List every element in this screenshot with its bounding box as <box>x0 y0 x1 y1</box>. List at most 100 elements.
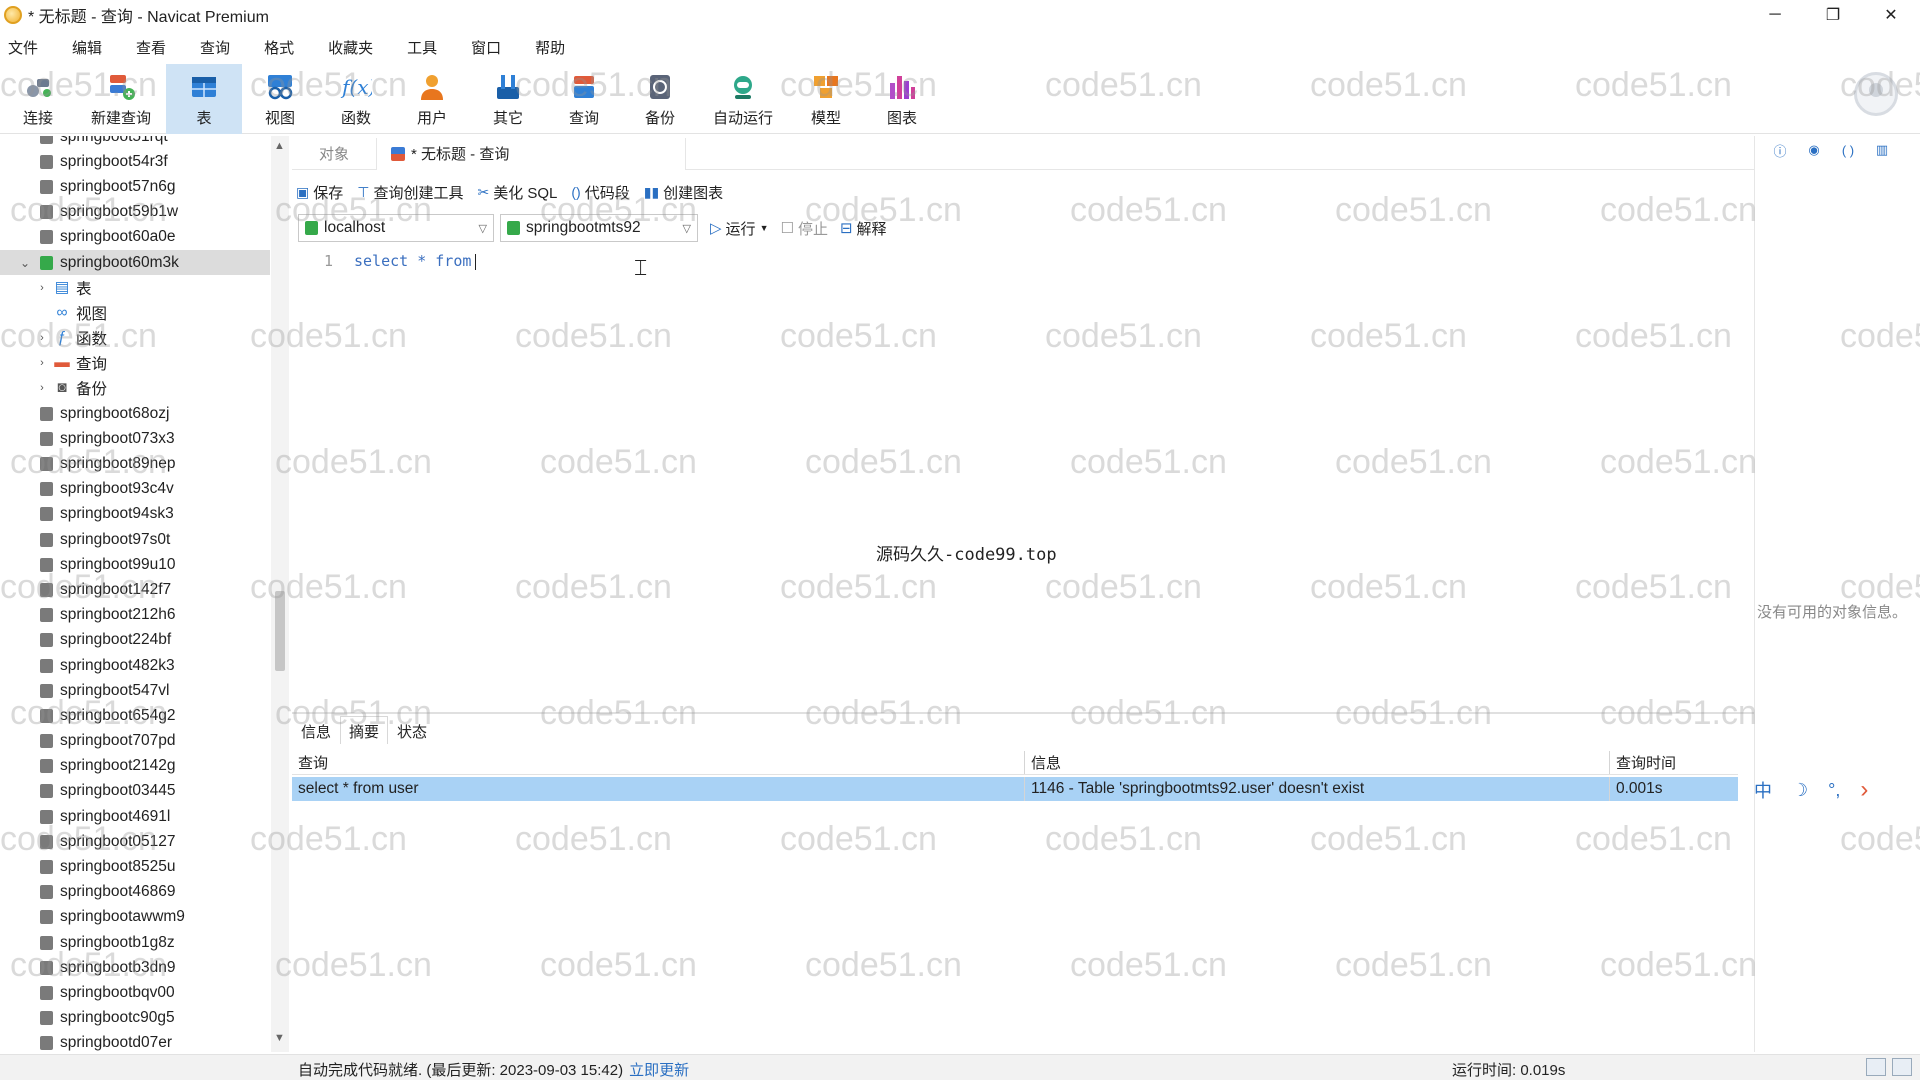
scroll-down-icon[interactable]: ▼ <box>274 1032 285 1044</box>
database-item[interactable]: springboot89nep <box>0 451 270 476</box>
ime-punctuation-icon[interactable]: °, <box>1828 780 1840 801</box>
run-dropdown-icon[interactable]: ▼ <box>760 223 769 233</box>
menu-edit[interactable]: 编辑 <box>64 37 116 58</box>
database-item[interactable]: springboot482k3 <box>0 653 270 678</box>
menu-favorites[interactable]: 收藏夹 <box>320 37 387 58</box>
toolbar-auto-run-button[interactable]: 自动运行 <box>698 64 788 134</box>
update-now-link[interactable]: 立即更新 <box>629 1062 689 1079</box>
database-item[interactable]: springbootb3dn9 <box>0 955 270 980</box>
database-item[interactable]: springboot212h6 <box>0 603 270 628</box>
beautify-sql-button[interactable]: ✂ 美化 SQL <box>477 182 557 203</box>
tree-folder[interactable]: › ▬ 查询 <box>0 351 270 376</box>
database-item[interactable]: springboot46869 <box>0 880 270 905</box>
result-tab-status[interactable]: 状态 <box>388 716 436 744</box>
toolbar-backup-button[interactable]: 备份 <box>622 64 698 134</box>
chevron-right-icon[interactable]: › <box>34 357 50 369</box>
chevron-right-icon[interactable]: › <box>34 282 50 294</box>
toolbar-table-button[interactable]: 表 <box>166 64 242 134</box>
database-item[interactable]: springboot05127 <box>0 829 270 854</box>
database-item[interactable]: springboot59b1w <box>0 200 270 225</box>
save-button[interactable]: ▣ 保存 <box>296 182 343 203</box>
toolbar-query-button[interactable]: 查询 <box>546 64 622 134</box>
tree-folder[interactable]: › ▤ 表 <box>0 275 270 300</box>
database-select[interactable]: springbootmts92 ▽ <box>500 214 698 242</box>
database-item-expanded[interactable]: ⌄ springboot60m3k <box>0 249 270 276</box>
explain-button[interactable]: ⊟ 解释 <box>840 218 887 239</box>
database-item[interactable]: springboot51rqt <box>0 136 270 149</box>
result-splitter[interactable] <box>292 712 1754 714</box>
run-button[interactable]: ▷ 运行 ▼ <box>710 218 768 239</box>
tree-folder[interactable]: › ◙ 备份 <box>0 376 270 401</box>
database-item[interactable]: springbootc90g5 <box>0 1006 270 1031</box>
menu-query[interactable]: 查询 <box>192 37 244 58</box>
chevron-right-icon[interactable]: › <box>34 382 50 394</box>
result-tab-summary[interactable]: 摘要 <box>340 716 389 744</box>
scroll-up-icon[interactable]: ▲ <box>274 140 285 152</box>
database-item[interactable]: springboot68ozj <box>0 401 270 426</box>
column-header-query[interactable]: 查询 <box>292 751 1025 774</box>
database-item[interactable]: springboot54r3f <box>0 149 270 174</box>
menu-view[interactable]: 查看 <box>128 37 180 58</box>
database-item[interactable]: springbootd07er <box>0 1031 270 1052</box>
ime-moon-icon[interactable]: ☽ <box>1792 780 1808 801</box>
menu-file[interactable]: 文件 <box>0 37 52 58</box>
toolbar-new-query-button[interactable]: 新建查询 <box>76 64 166 134</box>
database-item[interactable]: springbootawwm9 <box>0 905 270 930</box>
result-tab-info[interactable]: 信息 <box>292 716 340 744</box>
database-item[interactable]: springboot8525u <box>0 854 270 879</box>
account-avatar[interactable] <box>1854 72 1898 116</box>
database-item[interactable]: springboot707pd <box>0 729 270 754</box>
toolbar-other-button[interactable]: 其它 <box>470 64 546 134</box>
database-item[interactable]: springboot03445 <box>0 779 270 804</box>
view-mode-right-icon[interactable] <box>1892 1058 1912 1076</box>
database-item[interactable]: springboot142f7 <box>0 577 270 602</box>
database-item[interactable]: springboot60a0e <box>0 225 270 250</box>
tree-folder[interactable]: › ƒ 函数 <box>0 326 270 351</box>
tab-objects[interactable]: 对象 <box>292 138 376 170</box>
database-item[interactable]: springboot93c4v <box>0 477 270 502</box>
database-item[interactable]: springboot4691l <box>0 804 270 829</box>
database-item[interactable]: springboot073x3 <box>0 426 270 451</box>
connection-select[interactable]: localhost ▽ <box>298 214 494 242</box>
toolbar-model-button[interactable]: 模型 <box>788 64 864 134</box>
column-header-info[interactable]: 信息 <box>1025 751 1610 774</box>
ddl-icon[interactable]: ◉ <box>1806 142 1822 158</box>
stop-button[interactable]: ☐ 停止 <box>780 218 827 239</box>
view-mode-left-icon[interactable] <box>1866 1058 1886 1076</box>
chevron-right-icon[interactable]: › <box>34 332 50 344</box>
create-chart-button[interactable]: ▮▮ 创建图表 <box>644 182 723 203</box>
database-item[interactable]: springboot57n6g <box>0 174 270 199</box>
toolbar-view-button[interactable]: 视图 <box>242 64 318 134</box>
database-item[interactable]: springboot97s0t <box>0 527 270 552</box>
ime-chevron-right-icon[interactable]: › <box>1860 776 1868 804</box>
toolbar-function-button[interactable]: f(x) 函数 <box>318 64 394 134</box>
database-item[interactable]: springboot654g2 <box>0 703 270 728</box>
database-item[interactable]: springbootbqv00 <box>0 980 270 1005</box>
sidebar-scrollbar[interactable]: ▲ ▼ <box>271 136 289 1052</box>
database-item[interactable]: springboot99u10 <box>0 552 270 577</box>
database-item[interactable]: springboot224bf <box>0 628 270 653</box>
column-header-time[interactable]: 查询时间 <box>1610 751 1738 774</box>
info-icon[interactable]: ⓘ <box>1772 142 1788 159</box>
code-icon[interactable]: ( ) <box>1840 142 1856 158</box>
database-item[interactable]: springboot94sk3 <box>0 502 270 527</box>
toolbar-user-button[interactable]: 用户 <box>394 64 470 134</box>
database-item[interactable]: springbootb1g8z <box>0 930 270 955</box>
close-button[interactable]: ✕ <box>1862 0 1920 30</box>
chevron-down-icon[interactable]: ⌄ <box>16 256 34 270</box>
database-item[interactable]: springboot547vl <box>0 678 270 703</box>
minimize-button[interactable]: ─ <box>1746 0 1804 30</box>
tab-query[interactable]: * 无标题 - 查询 <box>376 137 686 170</box>
menu-help[interactable]: 帮助 <box>527 37 579 58</box>
tree-folder[interactable]: ›∞视图 <box>0 300 270 325</box>
scrollbar-thumb[interactable] <box>275 591 285 671</box>
menu-tools[interactable]: 工具 <box>399 37 451 58</box>
toolbar-chart-button[interactable]: 图表 <box>864 64 940 134</box>
toolbar-connect-button[interactable]: 连接 <box>0 64 76 134</box>
restore-button[interactable]: ❐ <box>1804 0 1862 30</box>
sql-editor[interactable]: 1 select * from <box>296 248 1754 708</box>
database-item[interactable]: springboot2142g <box>0 754 270 779</box>
code-snippet-button[interactable]: () 代码段 <box>571 182 629 203</box>
ime-chinese-icon[interactable]: 中 <box>1754 777 1772 803</box>
query-builder-button[interactable]: ⊤ 查询创建工具 <box>357 182 463 203</box>
